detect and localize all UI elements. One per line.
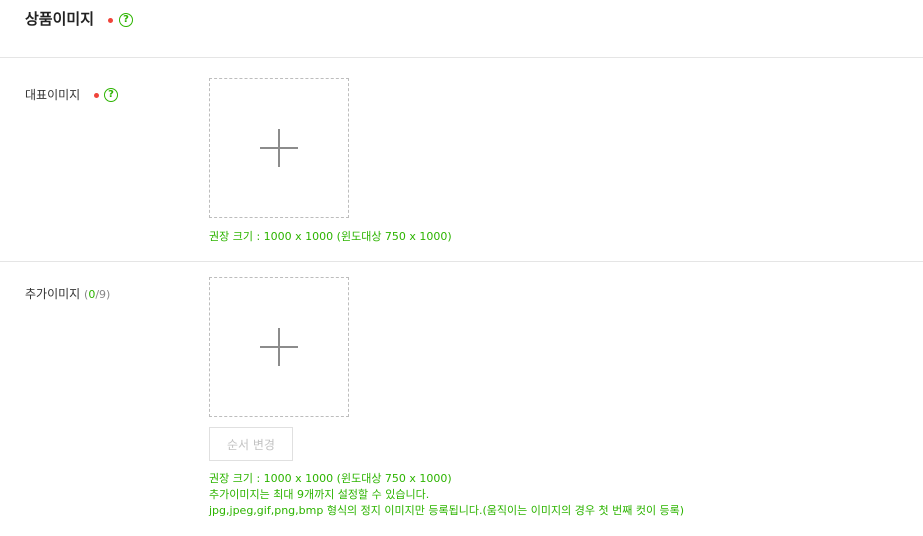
additional-hints: 권장 크기 : 1000 x 1000 (윈도대상 750 x 1000) 추가… [209,471,684,519]
additional-hint-line: 추가이미지는 최대 9개까지 설정할 수 있습니다. [209,488,430,501]
plus-icon [260,129,298,167]
representative-size-hint: 권장 크기 : 1000 x 1000 (윈도대상 750 x 1000) [209,230,452,243]
additional-image-row: 추가이미지 (0/9) 순서 변경 권장 크기 : 1000 x 1000 (윈… [0,262,923,536]
section-title: 상품이미지 [25,10,95,28]
representative-image-upload[interactable] [209,78,349,218]
change-order-button[interactable]: 순서 변경 [209,427,293,461]
count-close: /9) [95,288,111,301]
plus-icon [260,328,298,366]
required-dot-icon [108,18,113,23]
representative-image-label: 대표이미지 [25,88,81,102]
image-count: (0/9) [84,288,110,301]
help-icon[interactable]: ? [104,88,118,102]
additional-image-upload[interactable] [209,277,349,417]
additional-hint-line: jpg,jpeg,gif,png,bmp 형식의 정지 이미지만 등록됩니다.(… [209,504,685,517]
section-header: 상품이미지 ? [0,0,923,58]
representative-image-row: 대표이미지 ? 권장 크기 : 1000 x 1000 (윈도대상 750 x … [0,58,923,262]
additional-hint-line: 권장 크기 : 1000 x 1000 (윈도대상 750 x 1000) [209,472,452,485]
required-dot-icon [94,93,99,98]
help-icon[interactable]: ? [119,13,133,27]
additional-image-label: 추가이미지 (0/9) [25,286,110,303]
additional-image-label-text: 추가이미지 [25,287,81,301]
